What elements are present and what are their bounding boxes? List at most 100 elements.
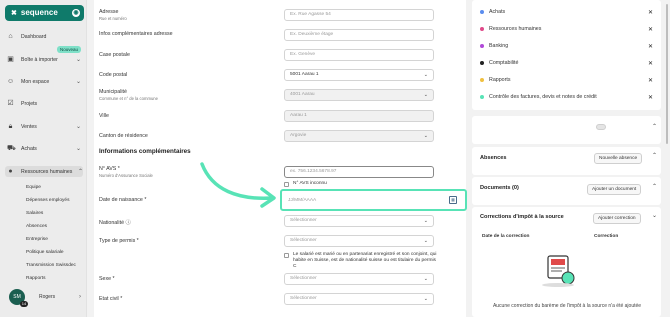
inbox-icon: ▣ bbox=[7, 56, 14, 63]
address-extra-label: Infos complémentaires adresse bbox=[99, 31, 173, 37]
tag-dot-icon bbox=[480, 95, 484, 99]
documents-title: Documents (0) bbox=[480, 185, 519, 191]
birthdate-placeholder: JJ/MM/AAAA bbox=[288, 198, 317, 203]
address-extra-input[interactable]: Ex. Deuxième étage bbox=[284, 29, 434, 41]
logo-badge-icon: ◉ bbox=[72, 9, 80, 17]
close-icon[interactable]: ✕ bbox=[648, 9, 653, 16]
marital-status-select[interactable]: Sélectionner ⌄ bbox=[284, 293, 434, 305]
subnav-salaries[interactable]: Salaires bbox=[26, 211, 43, 216]
close-icon[interactable]: ✕ bbox=[648, 60, 653, 67]
avs-unknown-checkbox[interactable]: N° AVS inconnu bbox=[284, 181, 439, 187]
postal-code-select[interactable]: 5001 Aarau 1 ⌄ bbox=[284, 69, 434, 81]
sex-value: Sélectionner bbox=[290, 276, 317, 281]
user-menu[interactable]: SM 14 Rogers › bbox=[9, 289, 81, 307]
subnav-company[interactable]: Entreprise bbox=[26, 237, 48, 242]
chevron-down-icon: ⌄ bbox=[75, 79, 81, 85]
chevron-up-icon: ⌃ bbox=[77, 169, 83, 175]
po-box-input[interactable]: Ex. Genève bbox=[284, 49, 434, 61]
chevron-up-icon[interactable]: ⌃ bbox=[652, 183, 657, 190]
avatar: SM 14 bbox=[9, 289, 28, 307]
close-icon[interactable]: ✕ bbox=[648, 26, 653, 33]
tag-reports: Rapports ✕ bbox=[480, 77, 653, 84]
scrollbar[interactable] bbox=[664, 0, 670, 317]
tag-banking: Banking ✕ bbox=[480, 43, 653, 50]
tag-purchases: Achats ✕ bbox=[480, 9, 653, 16]
checkbox[interactable] bbox=[284, 182, 289, 187]
subnav-expenses[interactable]: Dépenses employés bbox=[26, 198, 69, 203]
permit-value: Sélectionner bbox=[290, 238, 317, 243]
municipality-select[interactable]: 4001 Aarau ⌄ bbox=[284, 89, 434, 101]
po-box-label: Case postale bbox=[99, 52, 130, 58]
sidebar: ✖ sequence ◉ ⌂ Dashboard Nouveau ▣ Boîte à i… bbox=[0, 0, 87, 317]
postal-code-label: Code postal bbox=[99, 72, 128, 78]
column-header-correction: Correction bbox=[594, 234, 619, 239]
close-icon[interactable]: ✕ bbox=[648, 77, 653, 84]
sidebar-item-purchases[interactable]: ⛟ Achats ⌄ bbox=[7, 145, 81, 152]
avatar-initials: SM bbox=[13, 294, 21, 300]
municipality-value: 4001 Aarau bbox=[290, 92, 315, 97]
nationality-select[interactable]: Sélectionner ⌄ bbox=[284, 215, 434, 227]
sidebar-item-my-space[interactable]: ☺ Mon espace ⌄ bbox=[7, 78, 81, 85]
avs-unknown-label: N° AVS inconnu bbox=[293, 181, 327, 186]
permit-select[interactable]: Sélectionner ⌄ bbox=[284, 235, 434, 247]
logo-mark-icon: ✖ bbox=[11, 10, 17, 17]
chevron-up-icon[interactable]: ⌃ bbox=[652, 152, 657, 159]
info-icon: ⓘ bbox=[125, 220, 131, 226]
chevron-down-icon: ⌄ bbox=[75, 146, 81, 152]
sidebar-item-label: Achats bbox=[21, 145, 37, 152]
add-salary-button[interactable] bbox=[596, 124, 606, 130]
brand-logo[interactable]: ✖ sequence ◉ bbox=[5, 5, 84, 21]
sidebar-item-dashboard[interactable]: ⌂ Dashboard bbox=[7, 33, 81, 40]
chevron-down-icon[interactable]: ⌄ bbox=[652, 212, 657, 219]
canton-value: Argovie bbox=[290, 133, 307, 138]
checkbox[interactable] bbox=[284, 253, 289, 258]
right-panel: Achats ✕ Ressources humaines ✕ Banking ✕ Co… bbox=[472, 0, 665, 317]
nationality-label: Nationalité ⓘ bbox=[99, 220, 131, 226]
canton-select[interactable]: Argovie ⌄ bbox=[284, 130, 434, 142]
empty-state-illustration-icon bbox=[542, 255, 575, 287]
sidebar-item-label: Mon espace bbox=[21, 78, 50, 85]
sidebar-item-projects[interactable]: ☑ Projets bbox=[7, 100, 81, 107]
chevron-down-icon: ⌄ bbox=[423, 133, 428, 139]
municipality-sublabel: Commune et n° de la commune bbox=[99, 96, 158, 101]
tag-hr: Ressources humaines ✕ bbox=[480, 26, 653, 33]
home-icon: ⌂ bbox=[8, 33, 13, 40]
sidebar-item-sales[interactable]: 🔒︎ Ventes ⌄ bbox=[7, 123, 81, 130]
chevron-up-icon[interactable]: ⌃ bbox=[652, 123, 657, 130]
address-input[interactable]: Ex. Rue Agasse 54 bbox=[284, 9, 434, 21]
scrollbar-thumb[interactable] bbox=[666, 4, 668, 144]
sidebar-item-hr[interactable]: ● Ressources humaines ⌃ bbox=[5, 166, 83, 177]
spouse-checkbox[interactable]: Le salarié est marié ou en partenariat e… bbox=[284, 252, 439, 270]
add-document-button[interactable]: Ajouter un document bbox=[587, 184, 642, 195]
chevron-down-icon: ⌄ bbox=[75, 124, 81, 130]
column-header-date: Date de la correction bbox=[482, 234, 530, 239]
lock-icon: 🔒︎ bbox=[8, 123, 13, 130]
marital-status-label: Etat civil * bbox=[99, 296, 123, 302]
city-input[interactable]: Aarau 1 bbox=[284, 110, 434, 122]
new-absence-button[interactable]: Nouvelle absence bbox=[594, 153, 643, 164]
tag-dot-icon bbox=[480, 78, 484, 82]
subnav-reports[interactable]: Rapports bbox=[26, 276, 45, 281]
close-icon[interactable]: ✕ bbox=[648, 94, 653, 101]
marital-status-value: Sélectionner bbox=[290, 296, 317, 301]
sex-label: Sexe * bbox=[99, 276, 115, 282]
sex-select[interactable]: Sélectionner ⌄ bbox=[284, 273, 434, 285]
calendar-icon[interactable]: ▦ bbox=[449, 196, 457, 204]
people-icon: ● bbox=[8, 168, 13, 175]
chevron-down-icon: ⌄ bbox=[423, 218, 428, 224]
tag-dot-icon bbox=[480, 44, 484, 48]
absences-title: Absences bbox=[480, 155, 507, 161]
sidebar-item-label: Boîte à importer bbox=[21, 56, 58, 63]
subnav-swissdec[interactable]: Transmission Swissdec bbox=[26, 263, 76, 268]
avs-input[interactable]: ex. 756.1234.5678.97 bbox=[284, 166, 434, 178]
subnav-salary-policy[interactable]: Politique salariale bbox=[26, 250, 64, 255]
birthdate-input[interactable]: JJ/MM/AAAA ▦ bbox=[280, 189, 467, 211]
add-correction-button[interactable]: Ajouter correction bbox=[593, 213, 641, 224]
sidebar-item-inbox[interactable]: ▣ Boîte à importer ⌄ bbox=[7, 56, 81, 63]
subnav-absences[interactable]: Absences bbox=[26, 224, 47, 229]
tag-accounting: Comptabilité ✕ bbox=[480, 60, 653, 67]
chevron-down-icon: ⌄ bbox=[423, 296, 428, 302]
subnav-team[interactable]: Equipe bbox=[26, 185, 41, 190]
close-icon[interactable]: ✕ bbox=[648, 43, 653, 50]
brand-name: sequence bbox=[20, 8, 58, 17]
